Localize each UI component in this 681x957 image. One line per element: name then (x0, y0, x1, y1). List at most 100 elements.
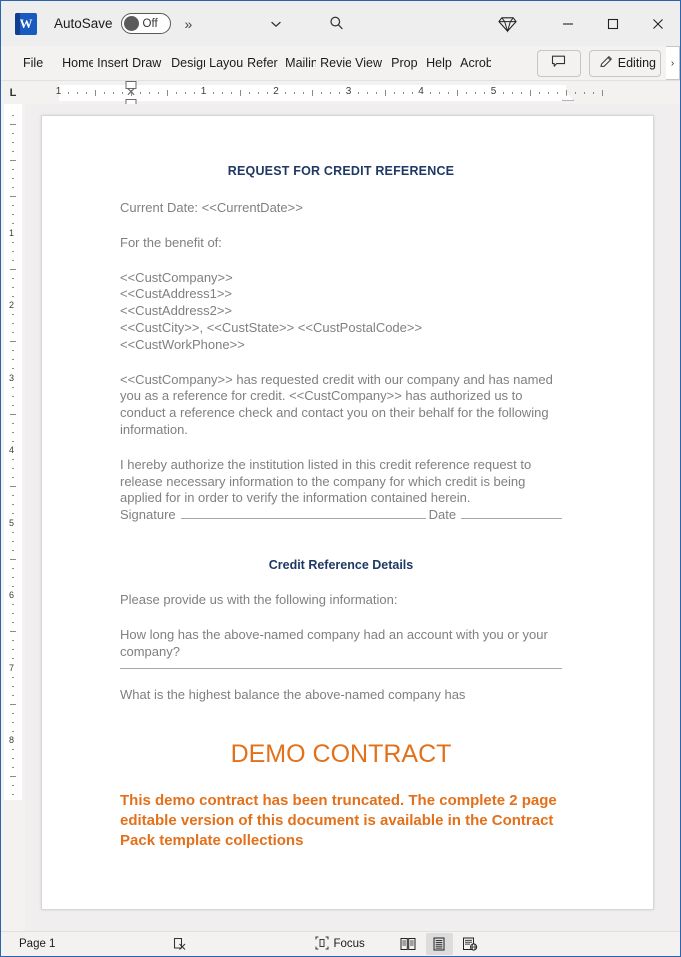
view-read-mode-button[interactable] (395, 933, 422, 955)
ruler-tick (384, 89, 386, 96)
tab-design[interactable]: Design (169, 50, 205, 77)
hanging-indent-marker-top[interactable] (125, 80, 137, 89)
ruler-tick (375, 91, 377, 94)
vertical-ruler-tick (12, 622, 14, 624)
quick-access-more-icon[interactable]: » (185, 16, 193, 32)
close-icon[interactable] (635, 1, 680, 46)
vertical-ruler-tick (12, 314, 14, 316)
question-1-text: How long has the above-named company had… (120, 626, 548, 659)
date-rule[interactable] (461, 507, 562, 520)
ruler-tick (121, 91, 123, 94)
diamond-icon[interactable] (487, 8, 527, 40)
ruler-tick (466, 91, 468, 94)
vertical-ruler-number: 6 (9, 590, 15, 600)
maximize-icon[interactable] (590, 1, 635, 46)
vertical-ruler-tick (12, 422, 14, 424)
vertical-ruler-number: 5 (9, 517, 15, 528)
ruler-tick (294, 91, 296, 94)
tab-review[interactable]: Revie (318, 50, 351, 77)
ruler-tick (248, 91, 250, 94)
ruler-tick (112, 91, 114, 94)
tab-insert[interactable]: Insert (95, 50, 128, 77)
tab-view[interactable]: View (353, 50, 387, 77)
vertical-ruler-tick (12, 576, 14, 578)
ruler-tick (457, 89, 459, 96)
ruler-tick (194, 91, 196, 94)
ruler-number: 5 (490, 85, 497, 97)
ruler-tick (76, 91, 78, 94)
focus-icon (315, 935, 329, 953)
ruler-tick (556, 91, 558, 94)
vertical-ruler-tick (12, 178, 14, 180)
word-logo-icon: W (15, 12, 37, 35)
document-body[interactable]: REQUEST FOR CREDIT REFERENCE Current Dat… (120, 164, 562, 851)
spelling-check-icon[interactable] (166, 933, 194, 955)
vertical-ruler-tick (12, 694, 14, 696)
vertical-ruler-tick (12, 730, 14, 732)
question-1-rule[interactable] (120, 657, 562, 670)
address-line: <<CustWorkPhone>> (120, 336, 245, 352)
vertical-ruler-tick (12, 350, 14, 352)
view-web-layout-button[interactable] (457, 933, 484, 955)
ribbon-display-chevron-down-icon[interactable] (256, 8, 296, 40)
ruler-tick (357, 91, 359, 94)
status-bar: Page 1 Focus (1, 931, 680, 956)
ruler-tick (448, 91, 450, 94)
autosave-state-label: Off (142, 17, 158, 30)
vertical-ruler-tick (12, 132, 14, 134)
tab-help[interactable]: Help (424, 50, 456, 77)
ribbon-tab-bar: File Home Insert Draw Design Layout Refe… (1, 46, 680, 81)
vertical-ruler-tick (12, 676, 14, 678)
tab-draw[interactable]: Draw (130, 50, 167, 77)
tab-home[interactable]: Home (60, 50, 93, 77)
ruler-tick (285, 91, 287, 94)
ruler-tick (321, 91, 323, 94)
document-subheading: Credit Reference Details (268, 557, 414, 572)
vertical-ruler-tick (12, 295, 14, 297)
paragraph-request: <<CustCompany>> has requested credit wit… (120, 371, 553, 437)
comments-button[interactable] (536, 49, 581, 77)
document-canvas[interactable]: REQUEST FOR CREDIT REFERENCE Current Dat… (25, 104, 680, 931)
search-icon[interactable] (316, 8, 356, 40)
signature-rule[interactable] (180, 507, 426, 520)
document-page[interactable]: REQUEST FOR CREDIT REFERENCE Current Dat… (41, 115, 654, 910)
autosave-toggle-knob (123, 16, 139, 31)
ruler-tick (475, 91, 477, 94)
vertical-ruler-tick (12, 504, 14, 506)
horizontal-ruler[interactable]: L 112345 ✕ (1, 80, 680, 108)
view-print-layout-button[interactable] (425, 933, 453, 955)
vertical-ruler-tick (12, 749, 14, 751)
ruler-number: 4 (418, 85, 424, 97)
tab-file[interactable]: File (21, 50, 45, 77)
vertical-ruler-number: 3 (9, 372, 15, 383)
ruler-tick (158, 91, 160, 94)
ruler-tick (439, 91, 441, 94)
ruler-tick (149, 91, 151, 94)
tab-proposal[interactable]: Prop (389, 50, 422, 77)
minimize-icon[interactable] (545, 1, 590, 46)
vertical-ruler-tick (12, 187, 14, 189)
vertical-ruler-number: 2 (9, 300, 15, 310)
focus-mode-button[interactable]: Focus (309, 933, 370, 955)
vertical-ruler-tick (12, 205, 14, 207)
horizontal-ruler-track[interactable]: 112345 ✕ (25, 80, 678, 108)
ruler-tick (257, 91, 259, 94)
tab-mailings[interactable]: Mailin (283, 50, 316, 77)
tab-stop-selector[interactable]: L (1, 81, 25, 104)
vertical-ruler-tick (12, 549, 14, 551)
vertical-ruler-tick (12, 241, 14, 243)
page-number-indicator[interactable]: Page 1 (13, 933, 61, 955)
vertical-ruler-tick (10, 268, 16, 270)
tab-references[interactable]: Refer (245, 50, 281, 77)
vertical-ruler[interactable]: 1 2 3 4 5 6 7 8 (1, 104, 25, 931)
vertical-ruler-tick (10, 123, 16, 125)
address-line: <<CustCompany>> (120, 269, 233, 285)
ribbon-overflow-caret-icon[interactable]: › (666, 46, 680, 80)
tab-acrobat[interactable]: Acrob (458, 50, 491, 77)
editing-mode-button[interactable]: Editing (588, 49, 661, 77)
tab-layout[interactable]: Layout (207, 50, 243, 77)
vertical-ruler-tick (12, 658, 14, 660)
vertical-ruler-tick (12, 114, 14, 116)
vertical-ruler-number: 8 (9, 735, 15, 745)
autosave-toggle[interactable]: Off (120, 13, 171, 34)
